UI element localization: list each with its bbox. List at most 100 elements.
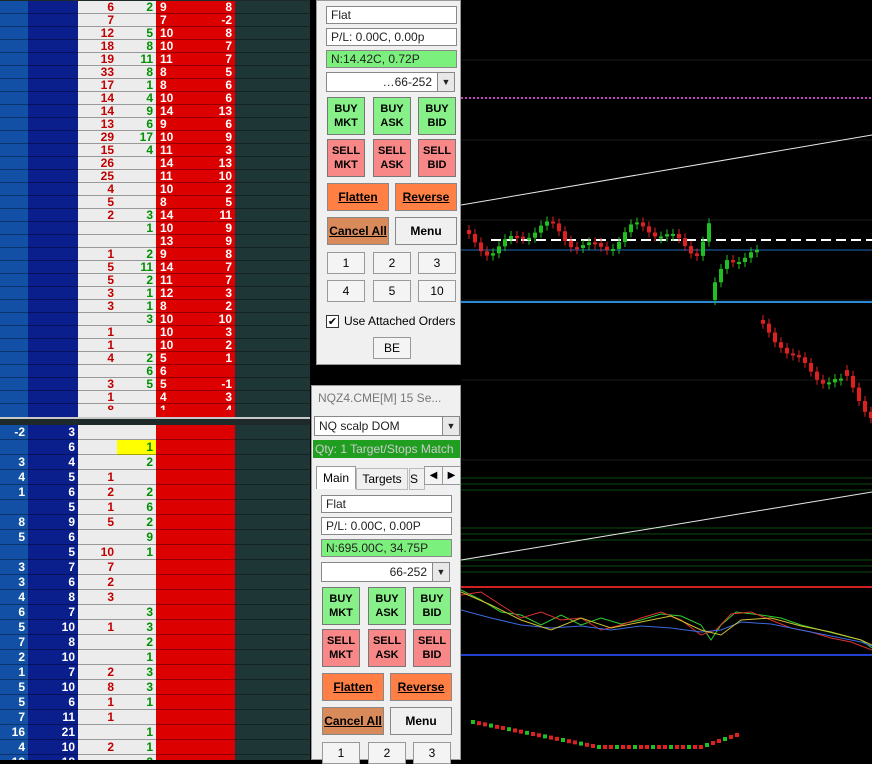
dom-ask-orders[interactable]: 1: [202, 352, 235, 365]
dom-sell-volume[interactable]: 3: [78, 590, 117, 605]
dom-ask-orders[interactable]: [202, 515, 235, 530]
dom-sell-volume[interactable]: 1: [78, 620, 117, 635]
dom-buy-volume[interactable]: 2: [117, 755, 156, 760]
dom-buy-volume[interactable]: [117, 710, 156, 725]
dom-buy-volume[interactable]: 3: [117, 665, 156, 680]
dom-sell-volume[interactable]: 1: [78, 500, 117, 515]
dom-row[interactable]: 377: [0, 560, 310, 575]
dom-ask-orders[interactable]: [202, 455, 235, 470]
dom-ask-orders[interactable]: [202, 425, 235, 440]
dom-row[interactable]: 29 17 10 9: [0, 131, 310, 144]
sell-mkt-button[interactable]: SELL MKT: [327, 139, 365, 177]
dom-sell-volume[interactable]: [78, 755, 117, 760]
dom-buy-volume[interactable]: 2: [117, 635, 156, 650]
dom-buy-volume[interactable]: [117, 183, 156, 196]
menu-button[interactable]: Menu: [395, 217, 457, 245]
dom-row[interactable]: 5 11 14 7: [0, 261, 310, 274]
dom-row[interactable]: 362: [0, 575, 310, 590]
dom-buy-volume[interactable]: 5: [117, 378, 156, 391]
dom-ask-size[interactable]: [156, 695, 202, 710]
dom-ask-size[interactable]: [156, 680, 202, 695]
dom-ask-size[interactable]: [156, 440, 202, 455]
dom-buy-volume[interactable]: 2: [117, 485, 156, 500]
dom-row[interactable]: 483: [0, 590, 310, 605]
sell-bid-button[interactable]: SELL BID: [413, 629, 451, 667]
dom-ask-size[interactable]: [156, 515, 202, 530]
dom-ask-orders[interactable]: [202, 560, 235, 575]
dom-buy-volume[interactable]: [117, 575, 156, 590]
qty-button-2[interactable]: 2: [368, 742, 406, 764]
dom-sell-volume[interactable]: 3: [78, 300, 117, 313]
dom-row[interactable]: 14 4 10 6: [0, 92, 310, 105]
tab-targets[interactable]: Targets: [356, 468, 408, 490]
dom-row[interactable]: 3 5 5 -1: [0, 378, 310, 391]
chevron-down-icon[interactable]: ▼: [432, 563, 449, 581]
qty-button-5[interactable]: 5: [373, 280, 411, 302]
dom-ask-orders[interactable]: [202, 740, 235, 755]
dom-sell-volume[interactable]: 7: [78, 560, 117, 575]
dom-ask-size[interactable]: [156, 590, 202, 605]
cancel-all-button[interactable]: Cancel All: [322, 707, 384, 735]
dom-ask-size[interactable]: [156, 710, 202, 725]
dom-ask-size[interactable]: [156, 725, 202, 740]
buy-ask-button[interactable]: BUY ASK: [368, 587, 406, 625]
dom-buy-volume[interactable]: [117, 470, 156, 485]
dom-buy-volume[interactable]: [117, 170, 156, 183]
reverse-button[interactable]: Reverse: [395, 183, 457, 211]
dom-buy-volume[interactable]: 2: [117, 515, 156, 530]
tab-main[interactable]: Main: [316, 466, 356, 489]
dom-row[interactable]: 5 10 1: [0, 545, 310, 560]
buy-mkt-button[interactable]: BUY MKT: [322, 587, 360, 625]
dom-ask-orders[interactable]: [202, 695, 235, 710]
buy-bid-button[interactable]: BUY BID: [413, 587, 451, 625]
dom-row[interactable]: 7 11 1: [0, 710, 310, 725]
qty-button-3[interactable]: 3: [418, 252, 456, 274]
buy-bid-button[interactable]: BUY BID: [418, 97, 456, 135]
dom-sell-volume[interactable]: 2: [78, 740, 117, 755]
dom-row[interactable]: 33 8 8 5: [0, 66, 310, 79]
dom-sell-volume[interactable]: [78, 440, 117, 455]
dom-row[interactable]: 1 10 3: [0, 326, 310, 339]
dom-sell-volume[interactable]: [78, 650, 117, 665]
qty-button-1[interactable]: 1: [327, 252, 365, 274]
dom-buy-volume[interactable]: 4: [117, 144, 156, 157]
sell-mkt-button[interactable]: SELL MKT: [322, 629, 360, 667]
dom-row[interactable]: 8952: [0, 515, 310, 530]
dom-row[interactable]: 34 2: [0, 455, 310, 470]
buy-ask-button[interactable]: BUY ASK: [373, 97, 411, 135]
dom-row[interactable]: 17 1 8 6: [0, 79, 310, 92]
dom-row[interactable]: 3 1 12 3: [0, 287, 310, 300]
dom-row[interactable]: 67 3: [0, 605, 310, 620]
dom-row[interactable]: 1318 2: [0, 755, 310, 760]
qty-button-3[interactable]: 3: [413, 742, 451, 764]
dom-sell-volume[interactable]: 2: [78, 209, 117, 222]
dom-ask-size[interactable]: [156, 575, 202, 590]
dom-ask-orders[interactable]: [202, 620, 235, 635]
qty-button-2[interactable]: 2: [373, 252, 411, 274]
flatten-button[interactable]: Flatten: [322, 673, 384, 701]
dom-row[interactable]: 5 2 11 7: [0, 274, 310, 287]
dom-buy-volume[interactable]: 2: [117, 455, 156, 470]
dom-ask-size[interactable]: [156, 425, 202, 440]
dom-sell-volume[interactable]: 2: [78, 575, 117, 590]
dom-ask-size[interactable]: [156, 755, 202, 760]
dom-row[interactable]: 3 10 10: [0, 313, 310, 326]
dom-buy-volume[interactable]: 1: [117, 440, 156, 455]
dom-row[interactable]: 7 7 -2: [0, 14, 310, 27]
dom-ask-orders[interactable]: [202, 500, 235, 515]
dom-buy-volume[interactable]: 1: [117, 650, 156, 665]
dom-row[interactable]: 451: [0, 470, 310, 485]
dom-buy-volume[interactable]: 3: [117, 605, 156, 620]
dom-buy-volume[interactable]: 1: [117, 545, 156, 560]
dom-row[interactable]: 14 9 14 13: [0, 105, 310, 118]
dom-row[interactable]: 19 11 11 7: [0, 53, 310, 66]
dom-buy-volume[interactable]: 2: [117, 1, 156, 14]
dom-row[interactable]: 5 10 1 3: [0, 620, 310, 635]
dom-row[interactable]: 4 10 2: [0, 183, 310, 196]
dom-sell-volume[interactable]: 10: [78, 545, 117, 560]
dom-template-select[interactable]: NQ scalp DOM ▼: [314, 416, 460, 436]
dom-row[interactable]: 2 10 1: [0, 650, 310, 665]
dom-ask-size[interactable]: [156, 455, 202, 470]
dom-buy-volume[interactable]: 1: [117, 695, 156, 710]
dom-row[interactable]: 15 4 11 3: [0, 144, 310, 157]
